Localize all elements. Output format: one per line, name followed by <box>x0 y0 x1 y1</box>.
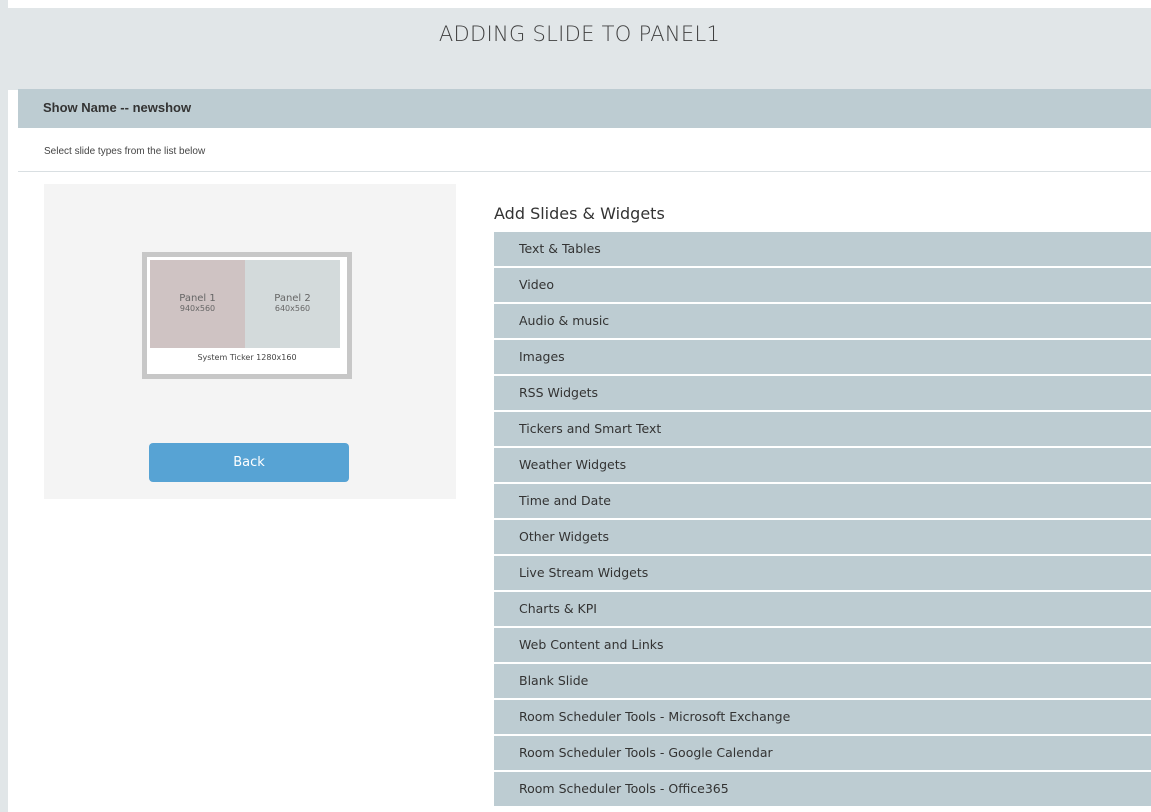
show-name-bar: Show Name -- newshow <box>18 89 1151 128</box>
widget-category-list: Text & Tables Video Audio & music Images… <box>494 232 1151 808</box>
page-title: ADDING SLIDE TO PANEL1 <box>438 22 721 46</box>
back-button[interactable]: Back <box>149 443 349 482</box>
widget-category-weather-widgets[interactable]: Weather Widgets <box>494 448 1151 482</box>
widget-category-room-scheduler-office365[interactable]: Room Scheduler Tools - Office365 <box>494 772 1151 806</box>
widget-category-charts-kpi[interactable]: Charts & KPI <box>494 592 1151 626</box>
divider <box>18 171 1151 172</box>
widget-category-room-scheduler-google-calendar[interactable]: Room Scheduler Tools - Google Calendar <box>494 736 1151 770</box>
screen-layout-diagram: Panel 1 940x560 Panel 2 640x560 System T… <box>142 252 352 379</box>
widget-category-web-content-links[interactable]: Web Content and Links <box>494 628 1151 662</box>
page-header: ADDING SLIDE TO PANEL1 <box>8 8 1151 90</box>
panel-1-region: Panel 1 940x560 <box>150 260 245 348</box>
widget-category-other-widgets[interactable]: Other Widgets <box>494 520 1151 554</box>
widget-category-room-scheduler-exchange[interactable]: Room Scheduler Tools - Microsoft Exchang… <box>494 700 1151 734</box>
widget-category-text-tables[interactable]: Text & Tables <box>494 232 1151 266</box>
widget-category-images[interactable]: Images <box>494 340 1151 374</box>
widget-category-blank-slide[interactable]: Blank Slide <box>494 664 1151 698</box>
left-edge-strip <box>0 0 8 812</box>
widget-category-rss-widgets[interactable]: RSS Widgets <box>494 376 1151 410</box>
widgets-section-title: Add Slides & Widgets <box>494 204 665 223</box>
instruction-text: Select slide types from the list below <box>44 146 206 157</box>
system-ticker-label: System Ticker 1280x160 <box>197 353 297 362</box>
widget-category-tickers-smart-text[interactable]: Tickers and Smart Text <box>494 412 1151 446</box>
show-name-label: Show Name -- newshow <box>43 100 192 115</box>
panel-2-name: Panel 2 <box>274 293 311 304</box>
page: ADDING SLIDE TO PANEL1 Show Name -- news… <box>0 0 1151 812</box>
widget-category-time-date[interactable]: Time and Date <box>494 484 1151 518</box>
panel-2-size: 640x560 <box>274 304 311 313</box>
widget-category-live-stream-widgets[interactable]: Live Stream Widgets <box>494 556 1151 590</box>
panel-1-size: 940x560 <box>179 304 216 313</box>
panel-1-name: Panel 1 <box>179 293 216 304</box>
layout-preview: Panel 1 940x560 Panel 2 640x560 System T… <box>44 184 456 499</box>
widget-category-audio-music[interactable]: Audio & music <box>494 304 1151 338</box>
widget-category-video[interactable]: Video <box>494 268 1151 302</box>
panel-2-region: Panel 2 640x560 <box>245 260 340 348</box>
